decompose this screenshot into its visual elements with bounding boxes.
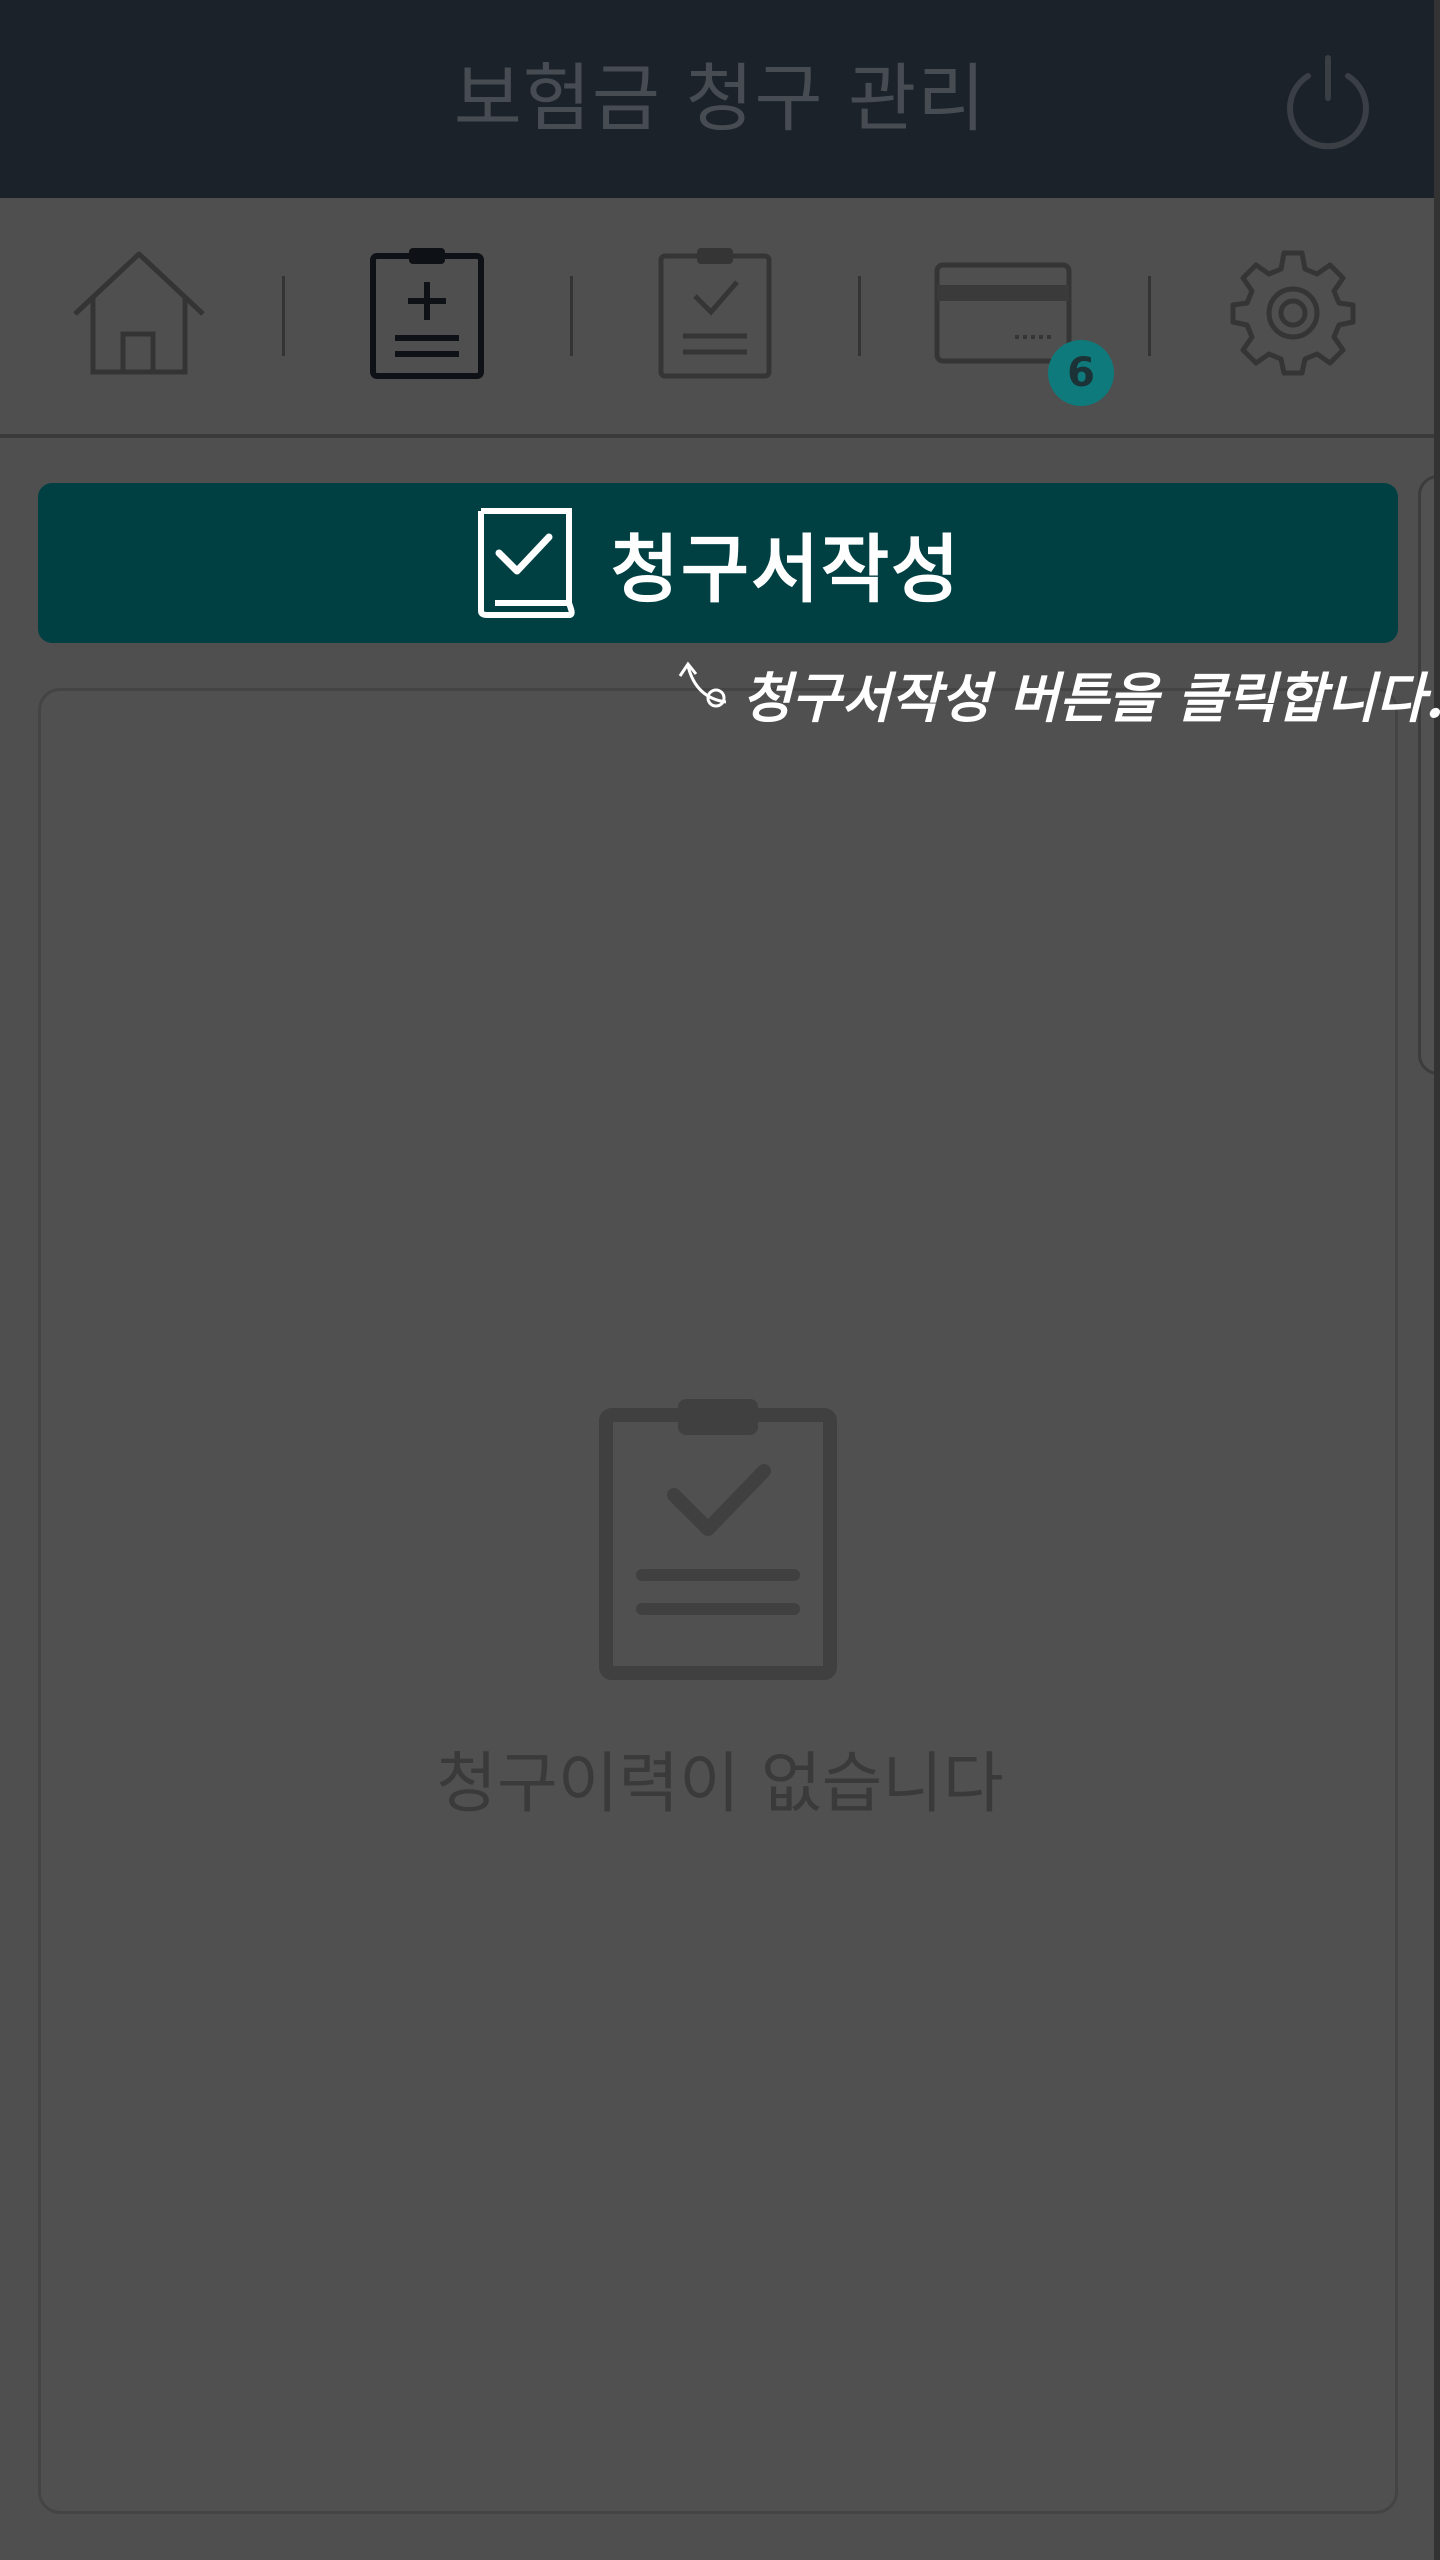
tab-bar xyxy=(0,198,1440,438)
tab-home[interactable] xyxy=(64,238,214,388)
hint-text: 청구서작성 버튼을 클릭합니다. xyxy=(742,666,1440,730)
arrow-icon xyxy=(678,661,727,708)
clipboard-check-icon xyxy=(658,248,772,379)
power-icon xyxy=(1287,55,1369,150)
tab-claim-history[interactable] xyxy=(640,238,790,388)
gear-icon xyxy=(1230,250,1356,376)
app-header: 보험금 청구 관리 xyxy=(0,0,1440,198)
empty-clipboard-icon xyxy=(599,1399,837,1680)
tab-separator xyxy=(1148,276,1151,356)
tab-settings[interactable] xyxy=(1218,238,1368,388)
coach-hint: 청구서작성 버튼을 클릭합니다. xyxy=(676,654,1440,744)
credit-card-icon xyxy=(934,262,1072,364)
empty-state-message: 청구이력이 없습니다 xyxy=(436,1745,1004,1822)
page-title: 보험금 청구 관리 xyxy=(453,56,987,142)
scrollbar-edge xyxy=(1434,0,1440,2560)
tab-claim-write[interactable] xyxy=(352,238,502,388)
write-claim-button[interactable]: 청구서작성 xyxy=(38,483,1398,643)
tab-separator xyxy=(858,276,861,356)
home-icon xyxy=(73,251,205,375)
document-check-icon xyxy=(477,508,575,618)
card-count-badge: 6 xyxy=(1048,340,1114,406)
tab-separator xyxy=(282,276,285,356)
clipboard-plus-icon xyxy=(370,248,484,379)
power-button[interactable] xyxy=(1278,52,1378,152)
write-claim-label: 청구서작성 xyxy=(610,526,962,613)
tab-separator xyxy=(570,276,573,356)
